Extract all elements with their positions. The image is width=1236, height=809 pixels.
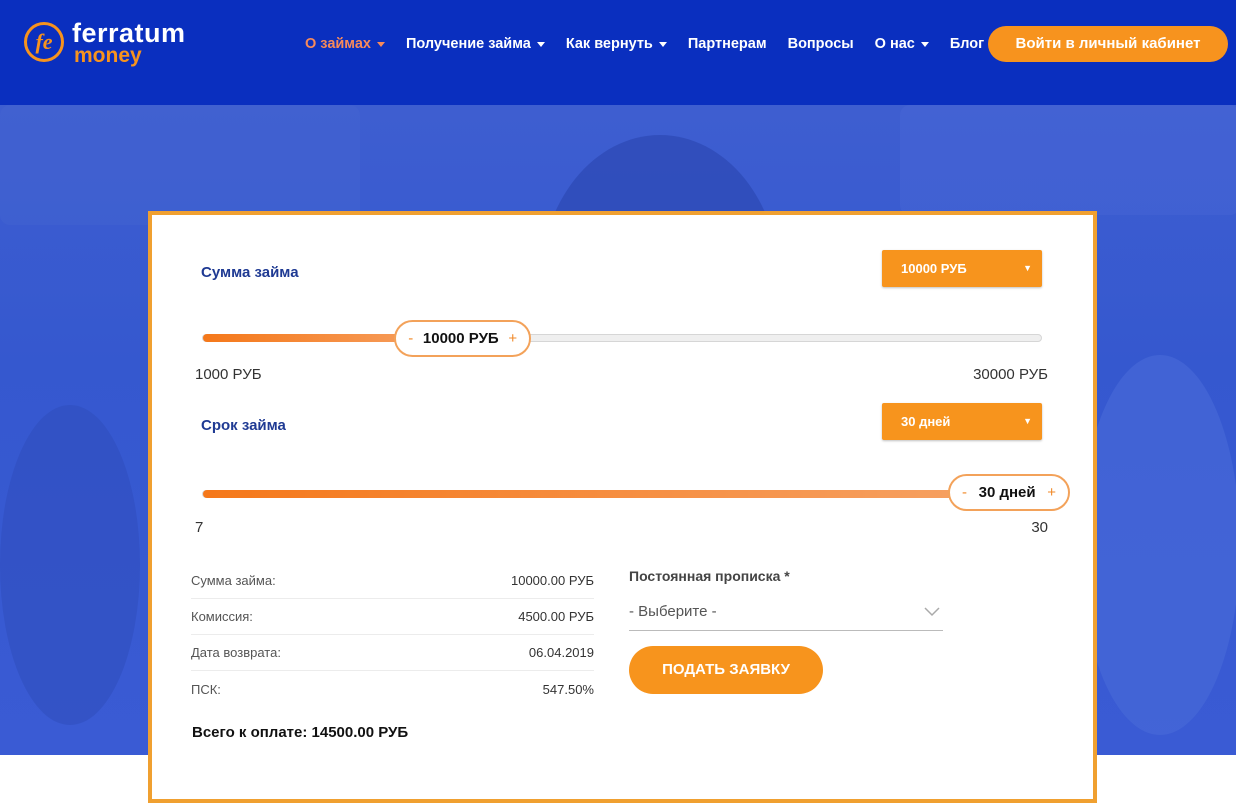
- nav-item-label: О займах: [305, 36, 371, 52]
- ferratum-logo[interactable]: fe ferratum money: [24, 18, 204, 70]
- dropdown-value: 10000 РУБ: [901, 261, 967, 276]
- summary-label: Дата возврата:: [191, 645, 281, 660]
- plus-button[interactable]: +: [1047, 484, 1056, 501]
- fe-logo-icon: fe: [24, 22, 64, 62]
- nav-item-label: Как вернуть: [565, 36, 653, 52]
- background-shape: [900, 105, 1236, 215]
- logo-word-money: money: [74, 44, 142, 67]
- login-button[interactable]: Войти в личный кабинет: [988, 26, 1228, 62]
- plus-button[interactable]: +: [508, 330, 517, 347]
- summary-value: 4500.00 РУБ: [518, 609, 594, 624]
- summary-value: 547.50%: [542, 681, 594, 697]
- slider-value: 10000 РУБ: [422, 330, 499, 347]
- site-header: fe ferratum money О займах Получение зай…: [0, 0, 1236, 105]
- nav-item-about-us[interactable]: О нас: [875, 36, 929, 52]
- nav-item-label: Получение займа: [405, 36, 531, 52]
- registration-label: Постоянная прописка *: [629, 568, 790, 584]
- loan-term-slider-fill: [203, 490, 1043, 498]
- nav-item-partners[interactable]: Партнерам: [688, 36, 767, 52]
- slider-value: 30 дней: [978, 484, 1036, 501]
- submit-application-button[interactable]: ПОДАТЬ ЗАЯВКУ: [629, 646, 823, 694]
- minus-button[interactable]: -: [408, 330, 413, 347]
- dropdown-arrow-icon: ▼: [1023, 416, 1032, 426]
- total-payment: Всего к оплате: 14500.00 РУБ: [192, 724, 409, 741]
- background-shape: [0, 105, 360, 225]
- select-value: - Выберите -: [629, 603, 717, 620]
- background-person-silhouette: [0, 405, 140, 725]
- nav-item-getting-loan[interactable]: Получение займа: [406, 36, 545, 52]
- chevron-down-icon: [924, 607, 940, 617]
- caret-down-icon: [376, 41, 385, 47]
- background-person-silhouette: [1080, 355, 1236, 735]
- summary-row: Сумма займа: 10000.00 РУБ: [191, 563, 594, 599]
- summary-row: Дата возврата: 06.04.2019: [191, 635, 594, 671]
- loan-amount-label: Сумма займа: [201, 264, 299, 281]
- term-max-label: 30: [1031, 519, 1048, 536]
- term-min-label: 7: [195, 519, 204, 536]
- nav-item-label: Вопросы: [787, 36, 854, 52]
- summary-label: Сумма займа:: [191, 573, 276, 588]
- nav-item-how-to-repay[interactable]: Как вернуть: [566, 36, 667, 52]
- loan-term-slider-handle[interactable]: - 30 дней +: [948, 474, 1070, 511]
- summary-label: ПСК:: [191, 681, 221, 697]
- nav-item-label: Блог: [949, 36, 985, 52]
- loan-calculator-card: Сумма займа 10000 РУБ ▼ - 10000 РУБ + 10…: [148, 211, 1097, 803]
- loan-amount-dropdown[interactable]: 10000 РУБ ▼: [882, 250, 1042, 287]
- dropdown-arrow-icon: ▼: [1023, 263, 1032, 273]
- nav-item-questions[interactable]: Вопросы: [788, 36, 854, 52]
- summary-value: 10000.00 РУБ: [510, 573, 594, 588]
- minus-button[interactable]: -: [962, 484, 967, 501]
- nav-item-label: Партнерам: [687, 36, 767, 52]
- caret-down-icon: [920, 41, 929, 47]
- registration-select[interactable]: - Выберите -: [629, 597, 943, 631]
- loan-amount-slider-track[interactable]: [202, 334, 1042, 342]
- summary-value: 06.04.2019: [528, 645, 594, 660]
- caret-down-icon: [536, 41, 545, 47]
- nav-item-label: О нас: [874, 36, 915, 52]
- dropdown-value: 30 дней: [901, 414, 951, 429]
- loan-term-slider-track[interactable]: [202, 490, 1043, 498]
- caret-down-icon: [658, 41, 667, 47]
- summary-row: ПСК: 547.50%: [191, 671, 594, 707]
- loan-amount-slider-handle[interactable]: - 10000 РУБ +: [394, 320, 532, 357]
- summary-row: Комиссия: 4500.00 РУБ: [191, 599, 594, 635]
- loan-summary-table: Сумма займа: 10000.00 РУБ Комиссия: 4500…: [191, 563, 594, 707]
- loan-term-label: Срок займа: [201, 417, 286, 434]
- nav-item-blog[interactable]: Блог: [950, 36, 984, 52]
- main-nav: О займах Получение займа Как вернуть Пар…: [305, 34, 1005, 54]
- summary-label: Комиссия:: [191, 609, 253, 624]
- amount-min-label: 1000 РУБ: [195, 366, 262, 383]
- nav-item-about-loans[interactable]: О займах: [305, 36, 385, 52]
- amount-max-label: 30000 РУБ: [973, 366, 1048, 383]
- loan-term-dropdown[interactable]: 30 дней ▼: [882, 403, 1042, 440]
